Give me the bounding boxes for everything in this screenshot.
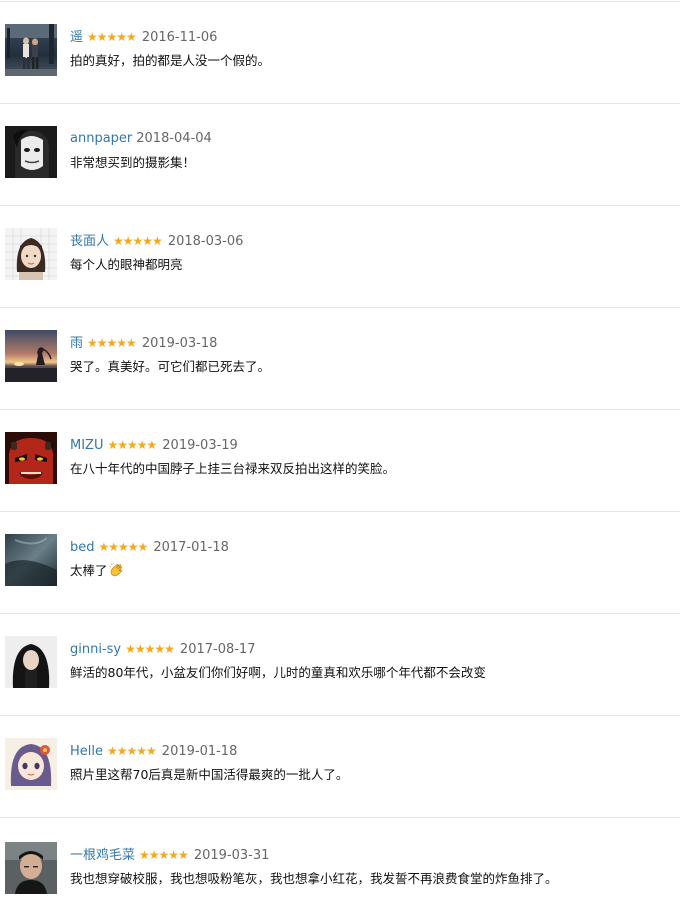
comment-date: 2018-04-04 [136,131,212,146]
girl-portrait-icon [5,228,57,280]
anime-girl-avatar[interactable] [5,738,57,790]
comment-item: 遥 ★★★★★ 2016-11-06 拍的真好，拍的都是人没一个假的。 [0,2,680,104]
couple-walking-icon [5,24,57,76]
rating-stars: ★★★★★ [125,642,175,656]
username-link[interactable]: annpaper [70,131,132,146]
username-link[interactable]: 一根鸡毛菜 [70,848,135,863]
rating-stars: ★★★★★ [87,30,137,44]
comment-meta: 遥 ★★★★★ 2016-11-06 [70,27,217,47]
comment-date: 2016-11-06 [141,30,218,45]
dark-teal-icon [5,534,57,586]
dark-teal-avatar[interactable] [5,534,57,586]
sunset-silhouette-icon [5,330,57,382]
comment-meta: annpaper 2018-04-04 [70,129,212,149]
username-link[interactable]: 雨 [70,336,83,351]
comment-item: bed ★★★★★ 2017-01-18 太棒了 [0,512,680,614]
rating-stars: ★★★★★ [113,234,163,248]
username-link[interactable]: bed [70,540,95,555]
comment-meta: ginni-sy ★★★★★ 2017-08-17 [70,639,255,659]
dark-hair-girl-icon [5,636,57,688]
sunset-silhouette-avatar[interactable] [5,330,57,382]
comment-date: 2019-03-31 [193,848,270,863]
comment-meta: 丧面人 ★★★★★ 2018-03-06 [70,231,243,251]
young-man-avatar[interactable] [5,842,57,894]
comment-item: Helle ★★★★★ 2019-01-18 照片里这帮70后真是新中国活得最爽的一… [0,716,680,818]
comment-text: 非常想买到的摄影集！ [70,155,196,170]
clapping-hands-icon [108,562,122,577]
comment-meta: Helle ★★★★★ 2019-01-18 [70,741,237,761]
rating-stars: ★★★★★ [107,744,157,758]
couple-walking-avatar[interactable] [5,24,57,76]
comment-item: annpaper 2018-04-04 非常想买到的摄影集！ [0,104,680,206]
username-link[interactable]: 丧面人 [70,234,109,249]
red-demon-icon [5,432,57,484]
masked-face-avatar[interactable] [5,126,57,178]
comment-meta: MIZU ★★★★★ 2019-03-19 [70,435,238,455]
comment-item: MIZU ★★★★★ 2019-03-19 在八十年代的中国脖子上挂三台禄来双反拍出… [0,410,680,512]
comment-text: 我也想穿破校服，我也想吸粉笔灰，我也想拿小红花，我发誓不再浪费食堂的炸鱼排了。 [70,871,558,886]
rating-stars: ★★★★★ [98,540,149,554]
comment-text: 拍的真好，拍的都是人没一个假的。 [70,53,271,68]
comment-item: ginni-sy ★★★★★ 2017-08-17 鲜活的80年代，小盆友们你们好啊… [0,614,680,716]
comment-item: 一根鸡毛菜 ★★★★★ 2019-03-31 我也想穿破校服，我也想吸粉笔灰，我也想… [0,818,680,902]
rating-stars: ★★★★★ [107,438,157,452]
girl-portrait-avatar[interactable] [5,228,57,280]
comment-text: 鲜活的80年代，小盆友们你们好啊，儿时的童真和欢乐哪个年代都不会改变 [70,665,486,680]
comment-text: 在八十年代的中国脖子上挂三台禄来双反拍出这样的笑脸。 [70,461,396,476]
comment-meta: 雨 ★★★★★ 2019-03-18 [70,333,217,353]
username-link[interactable]: 遥 [70,30,83,45]
masked-face-icon [5,126,57,178]
comment-meta: bed ★★★★★ 2017-01-18 [70,537,229,557]
comment-text: 照片里这帮70后真是新中国活得最爽的一批人了。 [70,767,349,782]
anime-girl-icon [5,738,57,790]
young-man-icon [5,842,57,894]
comment-date: 2019-01-18 [161,744,238,759]
username-link[interactable]: MIZU [70,438,103,453]
comment-text: 太棒了 [70,561,125,581]
comment-item: 丧面人 ★★★★★ 2018-03-06 每个人的眼神都明亮 [0,206,680,308]
comment-date: 2019-03-19 [162,438,238,453]
comment-text: 每个人的眼神都明亮 [70,257,183,272]
dark-hair-girl-avatar[interactable] [5,636,57,688]
rating-stars: ★★★★★ [139,848,189,862]
username-link[interactable]: Helle [70,744,103,759]
comment-item: 雨 ★★★★★ 2019-03-18 哭了。真美好。可它们都已死去了。 [0,308,680,410]
comment-date: 2019-03-18 [141,336,218,351]
comment-meta: 一根鸡毛菜 ★★★★★ 2019-03-31 [70,845,269,865]
comment-date: 2018-03-06 [167,234,244,249]
comment-text: 哭了。真美好。可它们都已死去了。 [70,359,271,374]
red-demon-avatar[interactable] [5,432,57,484]
comment-text-content: 太棒了 [70,563,108,578]
comment-date: 2017-01-18 [153,540,229,555]
username-link[interactable]: ginni-sy [70,642,121,657]
comment-date: 2017-08-17 [179,642,256,657]
rating-stars: ★★★★★ [87,336,137,350]
